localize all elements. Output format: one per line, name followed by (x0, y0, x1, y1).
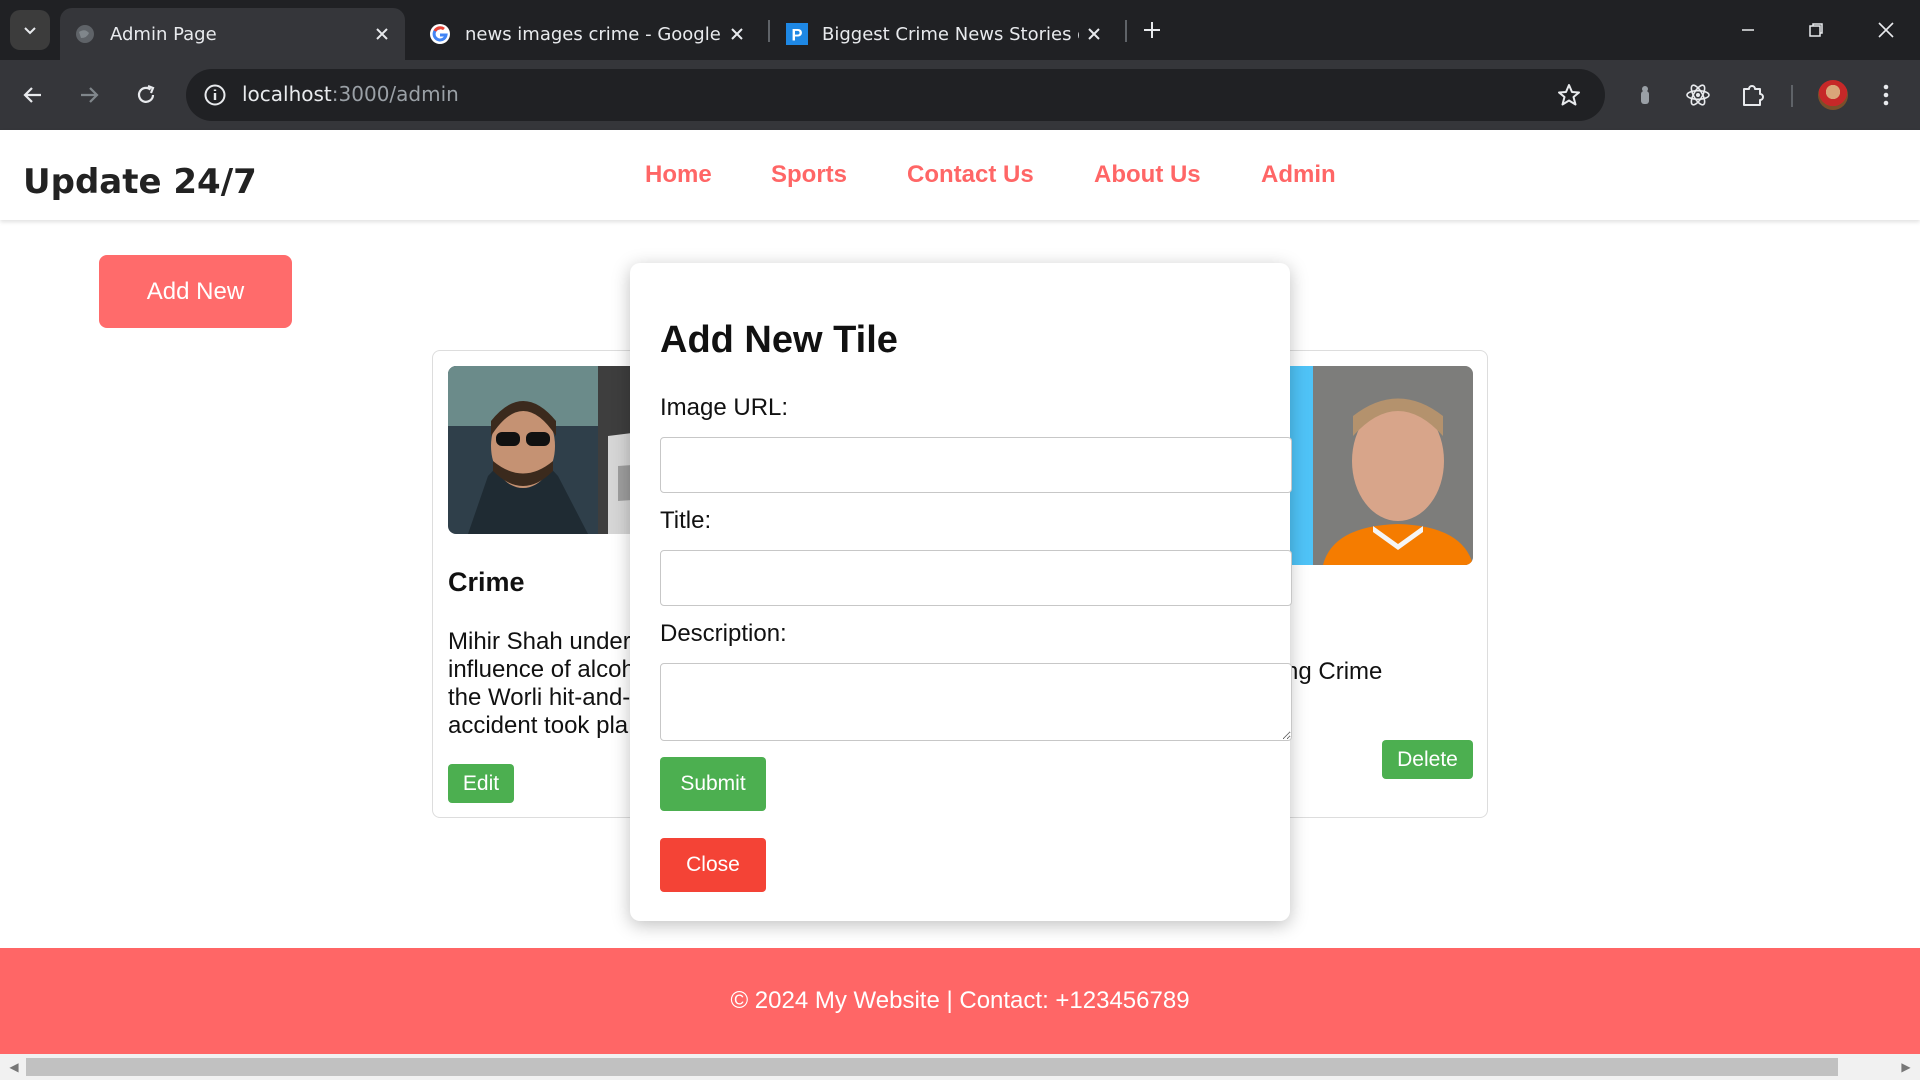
scrollbar-thumb[interactable] (26, 1058, 1838, 1076)
arrow-right-icon (81, 87, 99, 103)
kebab-menu-icon[interactable] (1868, 77, 1904, 113)
nav-link-sports[interactable]: Sports (771, 161, 847, 189)
back-button[interactable] (12, 74, 54, 116)
tab-title: Biggest Crime News Stories of 2 (822, 23, 1079, 45)
puzzle-icon[interactable] (1735, 77, 1771, 113)
submit-button[interactable]: Submit (660, 757, 766, 811)
tab-title: news images crime - Google Se (465, 23, 722, 45)
new-tab-button[interactable] (1134, 12, 1170, 48)
nav-link-about-us[interactable]: About Us (1094, 161, 1201, 189)
tab-admin-page[interactable]: Admin Page (60, 8, 405, 60)
horizontal-scrollbar[interactable]: ◀ ▶ (0, 1054, 1920, 1080)
plus-icon (1144, 22, 1160, 38)
title-input[interactable] (660, 550, 1292, 606)
nav-link-home[interactable]: Home (645, 161, 712, 189)
chevron-down-icon (24, 27, 36, 35)
nav-link-contact-us[interactable]: Contact Us (907, 161, 1034, 189)
tab-separator (1125, 20, 1127, 42)
nav-link-admin[interactable]: Admin (1261, 161, 1336, 189)
profile-avatar[interactable] (1818, 80, 1848, 110)
reload-button[interactable] (125, 74, 167, 116)
arrow-left-icon (23, 87, 41, 103)
forward-button[interactable] (68, 74, 110, 116)
add-tile-modal: Add New Tile Image URL: Title: Descripti… (630, 263, 1292, 921)
globe-icon (74, 23, 96, 45)
tab-search-button[interactable] (10, 10, 50, 50)
minimize-icon (1742, 29, 1754, 31)
browser-toolbar: localhost:3000/admin (0, 60, 1920, 130)
title-label: Title: (660, 507, 712, 534)
image-url-input[interactable] (660, 437, 1292, 493)
scroll-left-icon[interactable]: ◀ (2, 1054, 26, 1080)
close-icon (1878, 22, 1894, 38)
modal-title: Add New Tile (660, 319, 898, 361)
site-logo[interactable]: Update 24/7 (23, 162, 257, 202)
tab-crime-news[interactable]: P Biggest Crime News Stories of 2 (772, 8, 1117, 60)
description-label: Description: (660, 620, 787, 647)
site-footer: © 2024 My Website | Contact: +123456789 (0, 948, 1920, 1054)
info-icon[interactable] (200, 80, 230, 110)
close-icon[interactable] (722, 19, 752, 49)
minimize-button[interactable] (1714, 0, 1782, 60)
add-new-button[interactable]: Add New (99, 255, 292, 328)
footer-text: © 2024 My Website | Contact: +123456789 (730, 987, 1190, 1014)
bookmark-star-icon[interactable] (1553, 79, 1585, 111)
close-icon[interactable] (367, 19, 397, 49)
google-icon (429, 23, 451, 45)
tab-google-search[interactable]: news images crime - Google Se (415, 8, 760, 60)
restore-button[interactable] (1782, 0, 1850, 60)
react-devtools-icon[interactable] (1680, 77, 1716, 113)
url-host: localhost (242, 82, 332, 106)
reload-icon (137, 84, 155, 103)
close-icon[interactable] (1079, 19, 1109, 49)
tab-title: Admin Page (110, 23, 217, 45)
url-text: localhost:3000/admin (242, 82, 459, 106)
p-favicon-icon: P (786, 23, 808, 45)
restore-icon (1809, 23, 1823, 37)
address-bar[interactable]: localhost:3000/admin (186, 69, 1605, 121)
scroll-right-icon[interactable]: ▶ (1894, 1054, 1918, 1080)
delete-button[interactable]: Delete (1382, 740, 1473, 779)
svg-text:P: P (792, 26, 803, 44)
description-textarea[interactable] (660, 663, 1292, 741)
url-path: :3000/admin (331, 82, 459, 106)
close-button[interactable]: Close (660, 838, 766, 892)
tab-separator (768, 20, 770, 42)
image-url-label: Image URL: (660, 394, 789, 421)
site-header: Update 24/7 Home Sports Contact Us About… (0, 130, 1920, 220)
toolbar-separator (1791, 85, 1793, 107)
card-title: Crime (448, 567, 525, 597)
browser-tab-bar: Admin Page news images crime - Google Se… (0, 0, 1920, 60)
extension-icon[interactable] (1627, 77, 1663, 113)
window-close-button[interactable] (1852, 0, 1920, 60)
edit-button[interactable]: Edit (448, 764, 514, 803)
